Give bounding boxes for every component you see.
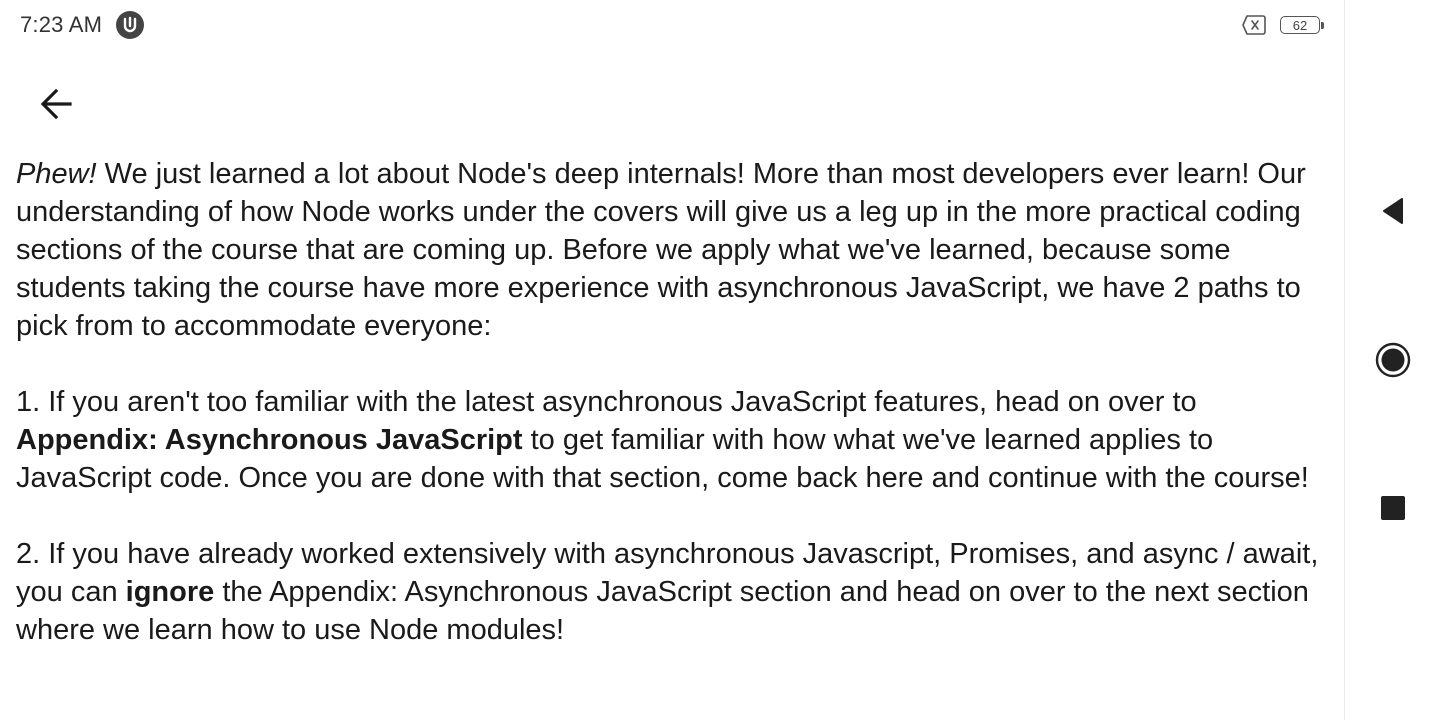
nav-back-button[interactable] xyxy=(1367,185,1419,237)
status-bar: 7:23 AM 62 xyxy=(0,0,1344,50)
u-shield-icon xyxy=(116,11,144,39)
no-sim-icon xyxy=(1242,14,1268,36)
paragraph-intro-text: We just learned a lot about Node's deep … xyxy=(16,158,1306,342)
nav-recents-button[interactable] xyxy=(1367,482,1419,534)
arrow-left-icon xyxy=(40,88,72,120)
article-content: Phew! We just learned a lot about Node's… xyxy=(16,155,1331,649)
circle-home-icon xyxy=(1375,342,1411,378)
back-button[interactable] xyxy=(30,80,82,128)
battery-icon: 62 xyxy=(1280,14,1324,36)
appendix-link-text: Appendix: Asynchronous JavaScript xyxy=(16,424,523,456)
battery-level: 62 xyxy=(1292,17,1308,33)
nav-home-button[interactable] xyxy=(1367,334,1419,386)
square-recents-icon xyxy=(1381,496,1405,520)
lead-italic: Phew! xyxy=(16,158,97,190)
paragraph-path-1-text-a: 1. If you aren't too familiar with the l… xyxy=(16,386,1197,418)
paragraph-path-1: 1. If you aren't too familiar with the l… xyxy=(16,383,1331,497)
ignore-emphasis: ignore xyxy=(125,576,215,608)
triangle-back-icon xyxy=(1383,198,1403,224)
paragraph-path-2: 2. If you have already worked extensivel… xyxy=(16,535,1331,649)
status-time: 7:23 AM xyxy=(20,12,103,37)
paragraph-intro: Phew! We just learned a lot about Node's… xyxy=(16,155,1331,345)
status-right-group: 62 xyxy=(1242,13,1324,37)
navigation-bar xyxy=(1344,0,1440,720)
